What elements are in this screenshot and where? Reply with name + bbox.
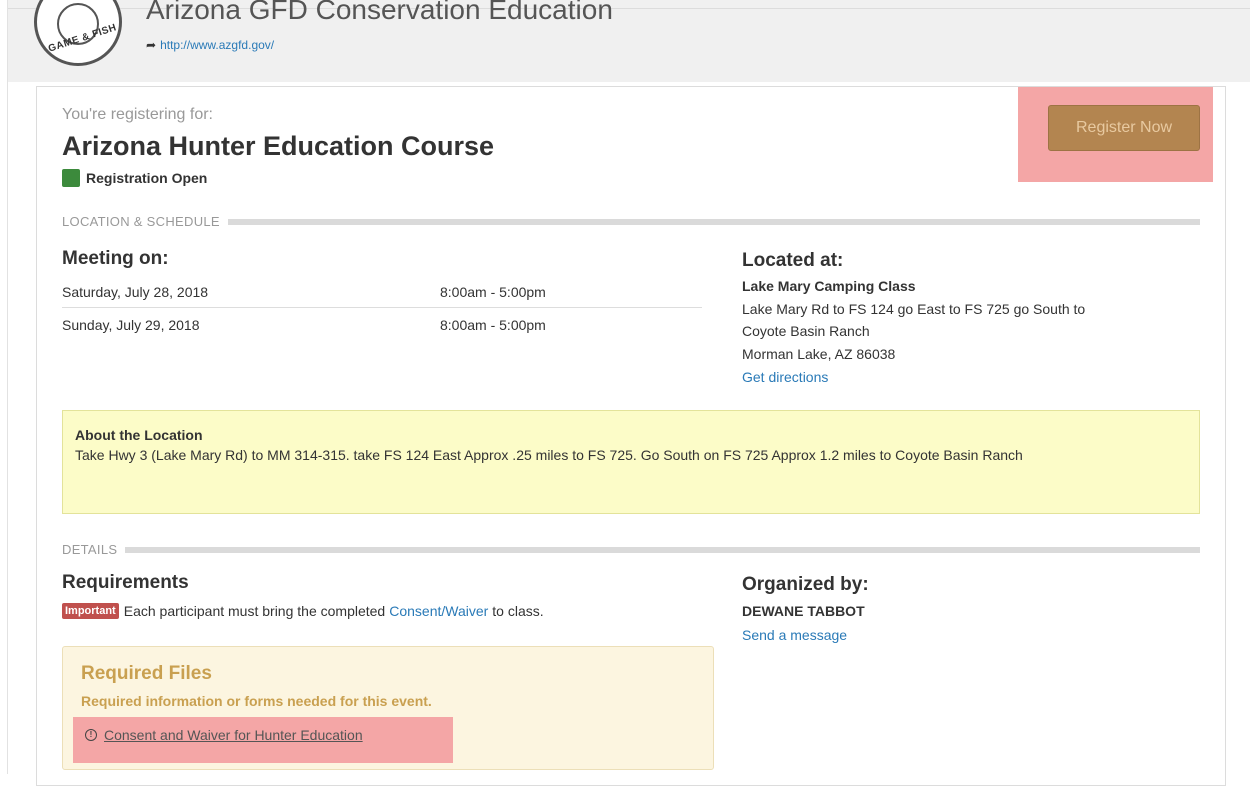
organization-title: Arizona GFD Conservation Education	[146, 0, 613, 25]
schedule-time: 8:00am - 5:00pm	[440, 317, 546, 333]
about-location-title: About the Location	[75, 427, 203, 443]
schedule-date: Sunday, July 29, 2018	[62, 317, 200, 333]
requirements-heading: Requirements	[62, 572, 189, 593]
consent-waiver-link[interactable]: Consent/Waiver	[389, 603, 488, 619]
requirements-text-after: to class.	[492, 603, 544, 619]
page-left-edge	[0, 0, 8, 774]
required-files-subtitle: Required information or forms needed for…	[81, 693, 432, 709]
section-divider	[227, 218, 1200, 225]
requirements-text-before: Each participant must bring the complete…	[123, 603, 386, 619]
schedule-divider	[62, 307, 702, 308]
get-directions-link[interactable]: Get directions	[742, 369, 828, 385]
organizer-name: DEWANE TABBOT	[742, 603, 865, 619]
section-divider	[125, 546, 1200, 553]
location-heading: Located at:	[742, 250, 844, 271]
required-files-box: Required Files Required information or f…	[62, 646, 714, 770]
registering-label: You're registering for:	[62, 106, 213, 123]
exclamation-circle-icon: !	[85, 729, 97, 741]
registration-status: Registration Open	[62, 169, 207, 187]
register-now-button[interactable]: Register Now	[1048, 105, 1200, 151]
send-message-link[interactable]: Send a message	[742, 627, 847, 643]
location-name: Lake Mary Camping Class	[742, 278, 916, 294]
about-location-box: About the Location Take Hwy 3 (Lake Mary…	[62, 410, 1200, 514]
consent-waiver-file-link[interactable]: Consent and Waiver for Hunter Education	[104, 727, 363, 743]
arrow-right-icon: ➦	[146, 38, 157, 52]
organizer-heading: Organized by:	[742, 574, 869, 595]
location-address-line: Morman Lake, AZ 86038	[742, 346, 896, 362]
important-badge: Important	[62, 603, 119, 619]
location-address-line: Coyote Basin Ranch	[742, 323, 870, 339]
organization-url-link[interactable]: http://www.azgfd.gov/	[160, 38, 274, 52]
event-title: Arizona Hunter Education Course	[62, 131, 495, 161]
schedule-row: Saturday, July 28, 2018 8:00am - 5:00pm	[62, 284, 702, 314]
required-file-item: ! Consent and Waiver for Hunter Educatio…	[85, 727, 363, 743]
schedule-row: Sunday, July 29, 2018 8:00am - 5:00pm	[62, 317, 702, 347]
status-indicator-icon	[62, 169, 80, 187]
section-location-schedule: LOCATION & SCHEDULE	[62, 214, 1200, 229]
organization-url-row: ➦ http://www.azgfd.gov/	[146, 38, 274, 52]
about-location-text: Take Hwy 3 (Lake Mary Rd) to MM 314-315.…	[75, 447, 1023, 463]
required-files-title: Required Files	[81, 663, 212, 684]
section-details-label: DETAILS	[62, 542, 118, 557]
section-location-schedule-label: LOCATION & SCHEDULE	[62, 214, 220, 229]
location-address-line: Lake Mary Rd to FS 124 go East to FS 725…	[742, 301, 1086, 317]
section-details: DETAILS	[62, 542, 1200, 557]
status-label: Registration Open	[86, 170, 208, 186]
requirements-text: Important Each participant must bring th…	[62, 603, 544, 619]
schedule-date: Saturday, July 28, 2018	[62, 284, 209, 300]
schedule-time: 8:00am - 5:00pm	[440, 284, 546, 300]
meeting-heading: Meeting on:	[62, 248, 169, 269]
